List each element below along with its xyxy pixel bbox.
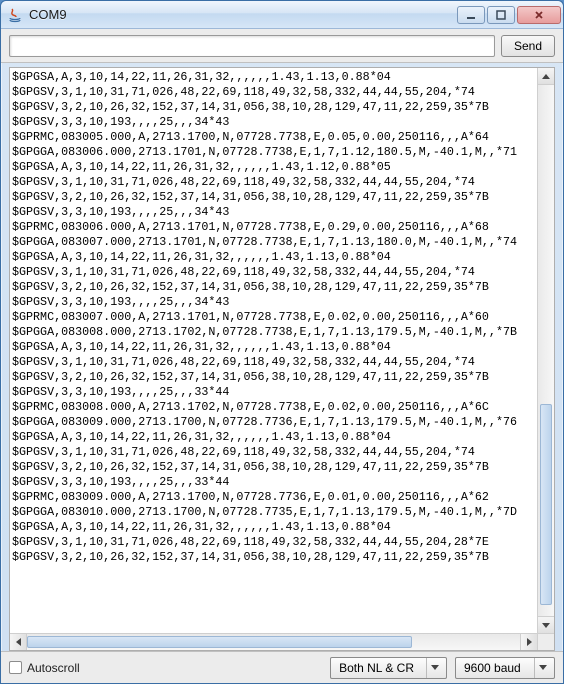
terminal-line: $GPGSV,3,2,10,26,32,152,37,14,31,056,38,…	[12, 460, 554, 475]
close-button[interactable]	[517, 6, 561, 24]
terminal-line: $GPGSV,3,3,10,193,,,,25,,,33*44	[12, 475, 554, 490]
terminal-line: $GPRMC,083006.000,A,2713.1701,N,07728.77…	[12, 220, 554, 235]
terminal-line: $GPGSV,3,1,10,31,71,026,48,22,69,118,49,…	[12, 535, 554, 550]
terminal-area: $GPGSA,A,3,10,14,22,11,26,31,32,,,,,,1.4…	[9, 67, 555, 651]
hscroll-track[interactable]	[27, 634, 520, 650]
terminal-line: $GPGGA,083008.000,2713.1702,N,07728.7738…	[12, 325, 554, 340]
line-ending-dropdown[interactable]: Both NL & CR	[330, 657, 447, 679]
terminal-line: $GPGGA,083010.000,2713.1700,N,07728.7735…	[12, 505, 554, 520]
scroll-right-icon[interactable]	[520, 634, 537, 650]
terminal-line: $GPGSA,A,3,10,14,22,11,26,31,32,,,,,,1.4…	[12, 160, 554, 175]
chevron-down-icon	[534, 658, 550, 678]
hscroll-thumb[interactable]	[27, 636, 412, 648]
vscroll-track[interactable]	[538, 85, 554, 616]
terminal-line: $GPGSV,3,2,10,26,32,152,37,14,31,056,38,…	[12, 280, 554, 295]
terminal-line: $GPRMC,083009.000,A,2713.1700,N,07728.77…	[12, 490, 554, 505]
terminal-line: $GPGSV,3,3,10,193,,,,25,,,34*43	[12, 115, 554, 130]
autoscroll-label: Autoscroll	[27, 661, 80, 675]
baud-value: 9600 baud	[464, 661, 521, 675]
statusbar: Autoscroll Both NL & CR 9600 baud	[1, 651, 563, 683]
scroll-left-icon[interactable]	[10, 634, 27, 650]
terminal-line: $GPGSV,3,3,10,193,,,,25,,,34*43	[12, 295, 554, 310]
terminal-line: $GPGSV,3,1,10,31,71,026,48,22,69,118,49,…	[12, 445, 554, 460]
terminal-line: $GPGSV,3,2,10,26,32,152,37,14,31,056,38,…	[12, 370, 554, 385]
chevron-down-icon	[426, 658, 442, 678]
minimize-button[interactable]	[457, 6, 485, 24]
terminal-line: $GPGSA,A,3,10,14,22,11,26,31,32,,,,,,1.4…	[12, 430, 554, 445]
checkbox-icon	[9, 661, 22, 674]
titlebar[interactable]: COM9	[1, 1, 563, 29]
terminal-line: $GPRMC,083007.000,A,2713.1701,N,07728.77…	[12, 310, 554, 325]
vertical-scrollbar[interactable]	[537, 68, 554, 633]
baud-dropdown[interactable]: 9600 baud	[455, 657, 555, 679]
terminal-line: $GPGSV,3,2,10,26,32,152,37,14,31,056,38,…	[12, 550, 554, 565]
terminal-line: $GPGSV,3,1,10,31,71,026,48,22,69,118,49,…	[12, 355, 554, 370]
scrollbar-corner	[537, 633, 554, 650]
terminal-line: $GPGSA,A,3,10,14,22,11,26,31,32,,,,,,1.4…	[12, 520, 554, 535]
terminal-line: $GPGGA,083006.000,2713.1701,N,07728.7738…	[12, 145, 554, 160]
serial-monitor-window: COM9 Send $GPGSA,A,3,10,14,22,11,26,31,3…	[0, 0, 564, 684]
terminal-line: $GPGGA,083007.000,2713.1701,N,07728.7738…	[12, 235, 554, 250]
horizontal-scrollbar[interactable]	[10, 633, 537, 650]
terminal-line: $GPGSA,A,3,10,14,22,11,26,31,32,,,,,,1.4…	[12, 70, 554, 85]
terminal-line: $GPGSV,3,2,10,26,32,152,37,14,31,056,38,…	[12, 190, 554, 205]
send-input[interactable]	[9, 35, 495, 57]
vscroll-thumb[interactable]	[540, 404, 552, 606]
send-toolbar: Send	[1, 29, 563, 63]
terminal-line: $GPGSV,3,3,10,193,,,,25,,,34*43	[12, 205, 554, 220]
terminal-line: $GPGGA,083009.000,2713.1700,N,07728.7736…	[12, 415, 554, 430]
terminal-line: $GPRMC,083008.000,A,2713.1702,N,07728.77…	[12, 400, 554, 415]
scroll-down-icon[interactable]	[538, 616, 554, 633]
java-icon	[7, 7, 23, 23]
autoscroll-checkbox[interactable]: Autoscroll	[9, 661, 80, 675]
terminal-line: $GPGSA,A,3,10,14,22,11,26,31,32,,,,,,1.4…	[12, 250, 554, 265]
terminal-line: $GPGSV,3,1,10,31,71,026,48,22,69,118,49,…	[12, 175, 554, 190]
line-ending-value: Both NL & CR	[339, 661, 414, 675]
maximize-button[interactable]	[487, 6, 515, 24]
send-button[interactable]: Send	[501, 35, 555, 57]
terminal-line: $GPGSA,A,3,10,14,22,11,26,31,32,,,,,,1.4…	[12, 340, 554, 355]
scroll-up-icon[interactable]	[538, 68, 554, 85]
terminal-line: $GPGSV,3,3,10,193,,,,25,,,33*44	[12, 385, 554, 400]
terminal-line: $GPGSV,3,1,10,31,71,026,48,22,69,118,49,…	[12, 85, 554, 100]
window-title: COM9	[29, 7, 457, 22]
terminal-line: $GPGSV,3,2,10,26,32,152,37,14,31,056,38,…	[12, 100, 554, 115]
terminal-line: $GPGSV,3,1,10,31,71,026,48,22,69,118,49,…	[12, 265, 554, 280]
terminal-output[interactable]: $GPGSA,A,3,10,14,22,11,26,31,32,,,,,,1.4…	[10, 68, 554, 633]
terminal-line: $GPRMC,083005.000,A,2713.1700,N,07728.77…	[12, 130, 554, 145]
